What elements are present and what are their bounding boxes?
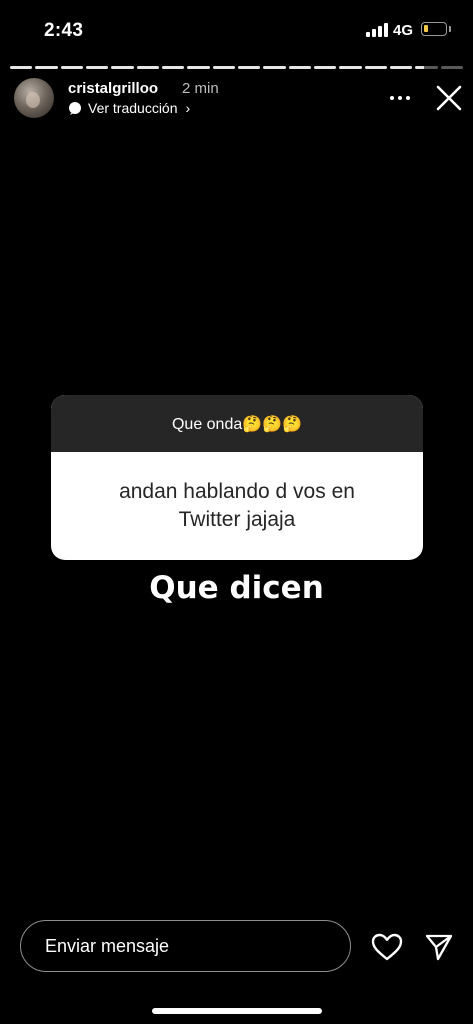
home-indicator xyxy=(152,1008,322,1014)
story-progress-segment xyxy=(364,66,387,69)
avatar[interactable] xyxy=(14,78,54,118)
see-translation-link[interactable]: Ver traducción › xyxy=(68,100,190,116)
story-header: cristalgrilloo 2 min Ver traducción › xyxy=(14,78,464,122)
see-translation-label: Ver traducción xyxy=(88,100,178,116)
story-progress-segment xyxy=(60,66,83,69)
status-time: 2:43 xyxy=(44,20,84,41)
username[interactable]: cristalgrilloo xyxy=(68,80,158,97)
chevron-right-icon: › xyxy=(185,100,191,116)
cellular-signal-icon xyxy=(366,23,388,37)
send-icon[interactable] xyxy=(424,932,454,962)
story-progress-segment xyxy=(111,66,134,69)
network-type: 4G xyxy=(393,22,414,39)
story-progress-segment xyxy=(10,66,33,69)
story-time-ago: 2 min xyxy=(182,80,219,97)
battery-icon xyxy=(421,22,447,36)
question-sticker: Que onda🤔🤔🤔 andan hablando d vos en Twit… xyxy=(51,395,423,560)
status-bar: 2:43 4G xyxy=(0,0,473,60)
story-progress-segment xyxy=(85,66,109,69)
story-progress-segment xyxy=(288,66,311,69)
heart-icon[interactable] xyxy=(371,932,403,962)
story-progress-bar xyxy=(10,66,463,69)
story-progress-segment xyxy=(161,66,185,69)
question-answer: andan hablando d vos en Twitter jajaja xyxy=(119,479,355,531)
story-progress-segment xyxy=(440,66,463,69)
story-progress-segment xyxy=(389,66,413,69)
story-caption: Que dicen xyxy=(149,570,324,606)
translate-icon xyxy=(69,102,81,115)
story-progress-segment xyxy=(35,66,58,69)
battery-tip xyxy=(449,26,451,32)
story-progress-segment xyxy=(263,66,286,69)
story-progress-segment xyxy=(187,66,210,69)
more-options-icon[interactable] xyxy=(388,88,412,108)
message-placeholder: Enviar mensaje xyxy=(45,936,170,956)
close-icon[interactable] xyxy=(435,84,463,112)
story-progress-segment xyxy=(415,66,438,69)
send-message-input[interactable]: Enviar mensaje xyxy=(20,920,351,972)
question-title: Que onda🤔🤔🤔 xyxy=(51,395,423,452)
story-progress-segment xyxy=(313,66,337,69)
story-progress-segment xyxy=(237,66,261,69)
story-progress-segment xyxy=(339,66,362,69)
story-progress-segment xyxy=(212,66,235,69)
story-progress-segment xyxy=(136,66,159,69)
